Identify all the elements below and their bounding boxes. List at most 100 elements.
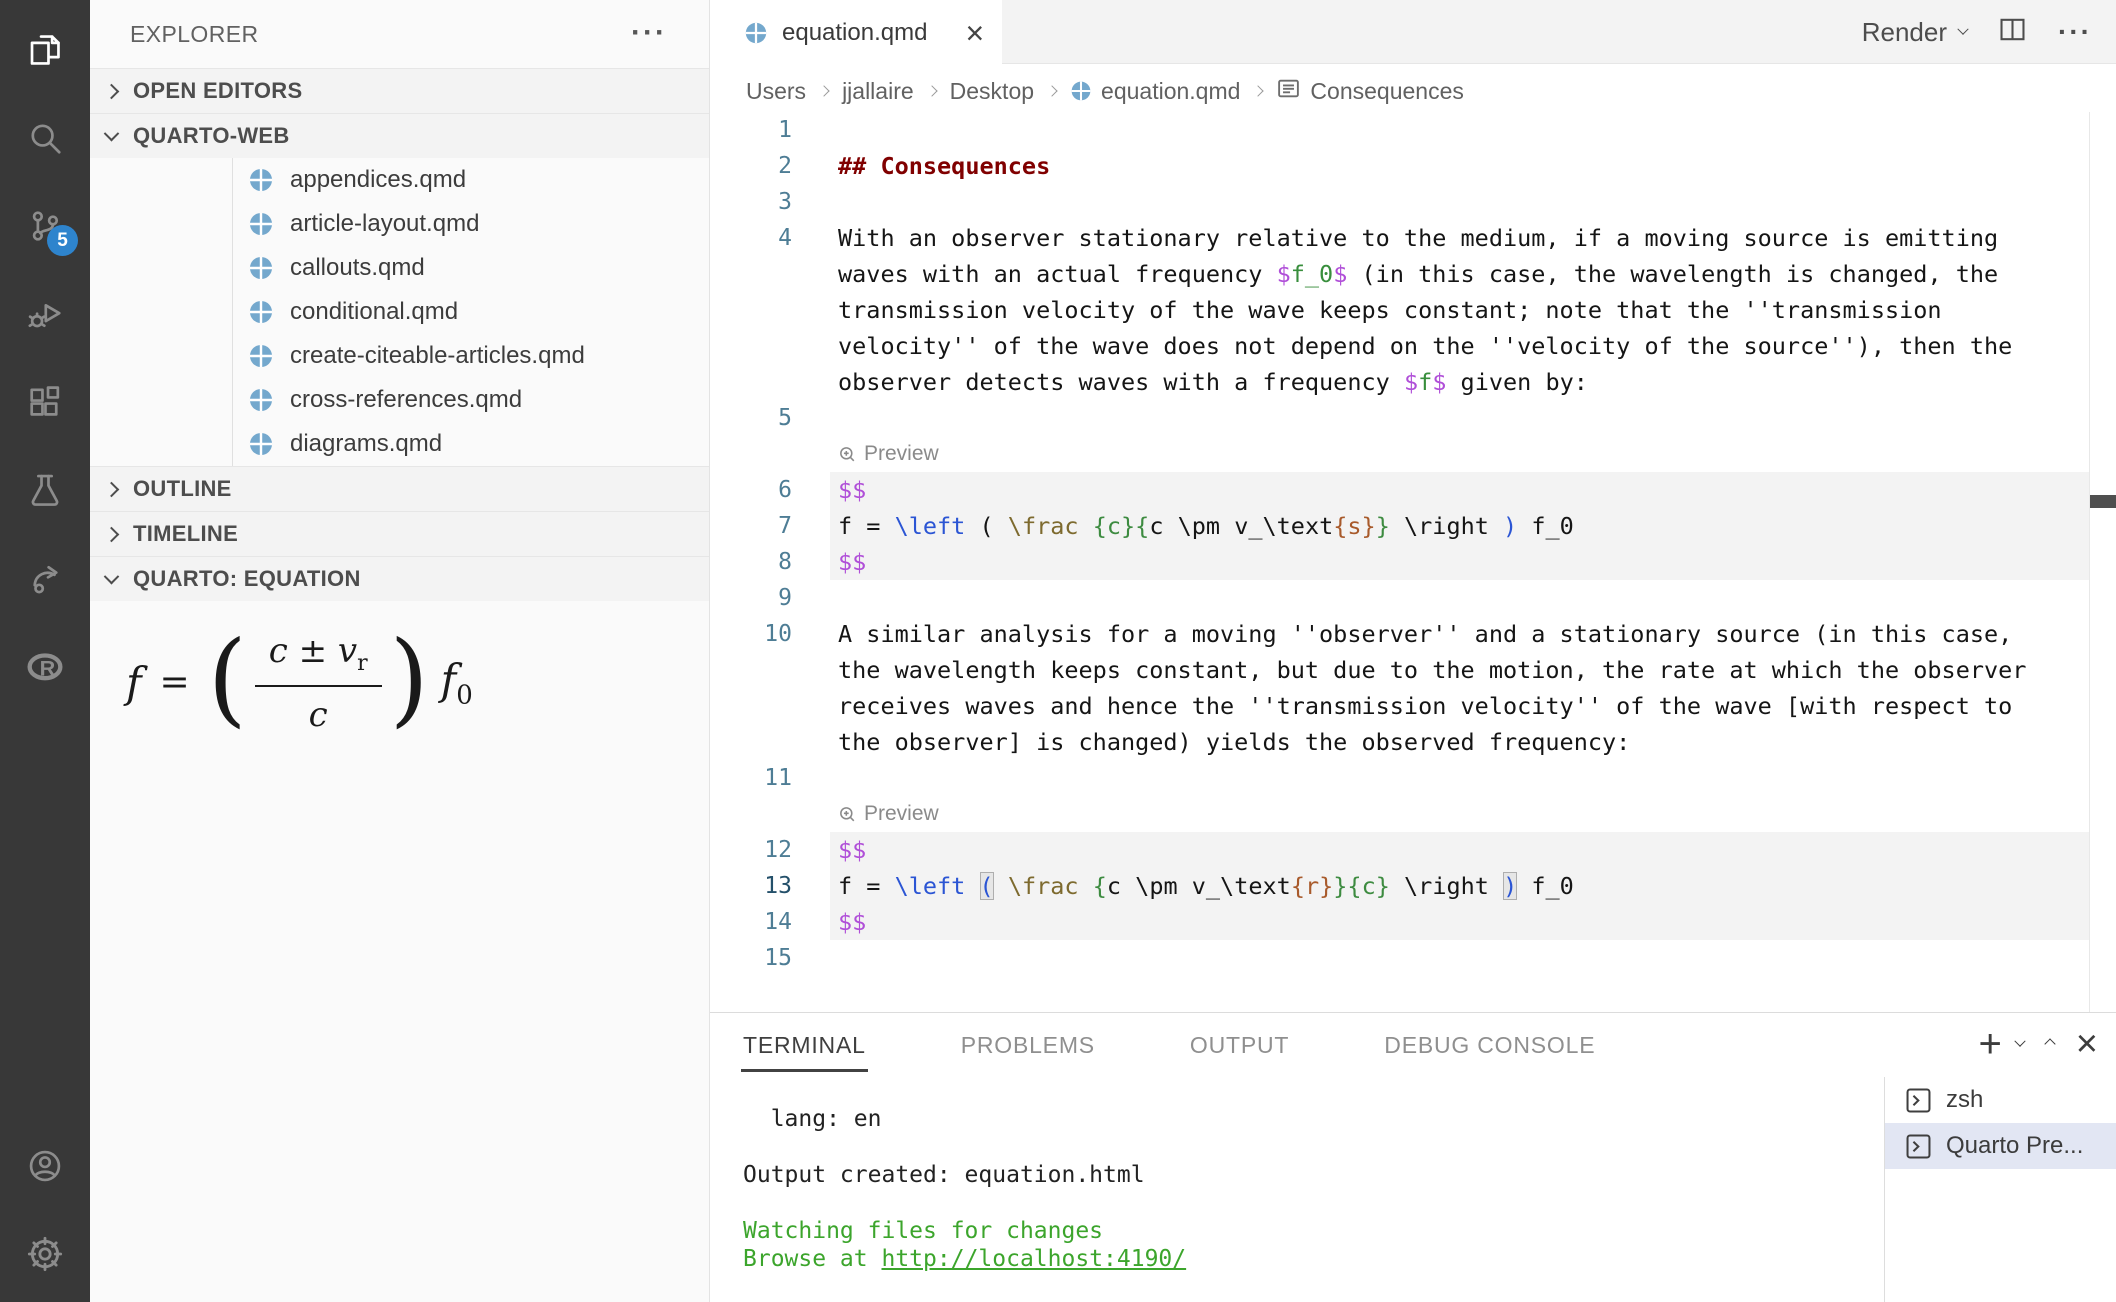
line-content bbox=[830, 400, 2090, 436]
panel-tab-bar: TERMINAL PROBLEMS OUTPUT DEBUG CONSOLE bbox=[743, 1013, 1595, 1077]
panel-tab-debug-console[interactable]: DEBUG CONSOLE bbox=[1384, 1032, 1595, 1059]
breadcrumb-label: Desktop bbox=[950, 78, 1034, 105]
file-item-callouts-qmd[interactable]: callouts.qmd bbox=[90, 246, 709, 290]
breadcrumb-users[interactable]: Users bbox=[746, 78, 806, 105]
line-number: 2 bbox=[710, 148, 830, 184]
file-item-create-citeable-articles-qmd[interactable]: create-citeable-articles.qmd bbox=[90, 334, 709, 378]
breadcrumb-desktop[interactable]: Desktop bbox=[950, 78, 1034, 105]
line-number bbox=[710, 724, 830, 760]
panel-maximize-icon[interactable] bbox=[2044, 1038, 2055, 1049]
line-content: receives waves and hence the ''transmiss… bbox=[830, 688, 2090, 724]
terminal-session-zsh[interactable]: zsh bbox=[1885, 1077, 2116, 1123]
file-item-cross-references-qmd[interactable]: cross-references.qmd bbox=[90, 378, 709, 422]
section-label: OPEN EDITORS bbox=[133, 78, 302, 104]
quarto-file-icon bbox=[744, 21, 768, 45]
chevron-right-icon bbox=[104, 481, 120, 497]
equation-equals: = bbox=[160, 662, 190, 703]
terminal-link[interactable]: http://localhost:4190/ bbox=[881, 1246, 1186, 1272]
terminal-prompt-icon bbox=[1905, 1087, 1932, 1114]
chevron-down-icon bbox=[104, 125, 120, 141]
breadcrumb-jjallaire[interactable]: jjallaire bbox=[842, 78, 914, 105]
breadcrumb-consequences[interactable]: Consequences bbox=[1276, 76, 1463, 107]
preview-codelens[interactable]: Preview bbox=[838, 436, 939, 472]
line-number: 11 bbox=[710, 760, 830, 796]
editor-right-border bbox=[2089, 112, 2090, 1012]
file-item-article-layout-qmd[interactable]: article-layout.qmd bbox=[90, 202, 709, 246]
editor-more-actions-icon[interactable]: ··· bbox=[2058, 16, 2092, 48]
breadcrumb-label: Consequences bbox=[1310, 78, 1463, 105]
gutter bbox=[710, 436, 830, 472]
new-terminal-icon[interactable]: + bbox=[1978, 1024, 2001, 1064]
line-content: A similar analysis for a moving ''observ… bbox=[830, 616, 2090, 652]
breadcrumb-label: equation.qmd bbox=[1101, 78, 1240, 105]
preview-codelens[interactable]: Preview bbox=[838, 796, 939, 832]
r-lang-icon[interactable]: R bbox=[0, 622, 90, 710]
file-item-diagrams-qmd[interactable]: diagrams.qmd bbox=[90, 422, 709, 466]
breadcrumb: Users jjallaire Desktop equation.qmd Consequ… bbox=[710, 64, 2116, 118]
section-label: QUARTO-WEB bbox=[133, 123, 290, 149]
terminal-session-quarto-pre-[interactable]: Quarto Pre... bbox=[1885, 1123, 2116, 1169]
file-label: conditional.qmd bbox=[290, 298, 458, 326]
line-number bbox=[710, 364, 830, 400]
line-number: 12 bbox=[710, 832, 830, 868]
bottom-panel: TERMINALPROBLEMSOUTPUTDEBUG CONSOLE + × … bbox=[710, 1012, 2116, 1302]
breadcrumb-separator-icon bbox=[1046, 85, 1057, 96]
section-quarto-web[interactable]: QUARTO-WEB bbox=[90, 113, 709, 158]
line-content: f = \left ( \frac {c \pm v_\text{r}}{c} … bbox=[830, 868, 2090, 904]
section-outline[interactable]: OUTLINE bbox=[90, 466, 709, 511]
panel-tab-terminal[interactable]: TERMINAL bbox=[743, 1032, 866, 1059]
extensions-icon[interactable] bbox=[0, 358, 90, 446]
panel-close-icon[interactable]: × bbox=[2076, 1025, 2098, 1063]
render-button[interactable]: Render bbox=[1862, 17, 1967, 48]
account-icon[interactable] bbox=[0, 1122, 90, 1210]
editor[interactable]: 12## Consequences34With an observer stat… bbox=[710, 112, 2116, 1012]
search-icon[interactable] bbox=[0, 94, 90, 182]
source-control-icon[interactable]: 5 bbox=[0, 182, 90, 270]
chevron-right-icon bbox=[104, 526, 120, 542]
line-content: velocity'' of the wave does not depend o… bbox=[830, 328, 2090, 364]
line-content bbox=[830, 184, 2090, 220]
file-item-appendices-qmd[interactable]: appendices.qmd bbox=[90, 158, 709, 202]
section-timeline[interactable]: TIMELINE bbox=[90, 511, 709, 556]
sidebar-more-actions-icon[interactable]: ··· bbox=[631, 16, 667, 50]
editor-group: equation.qmd × Render ··· Users jjallaire… bbox=[710, 0, 2116, 1302]
terminal-line bbox=[743, 1133, 1186, 1161]
tab-equation-qmd[interactable]: equation.qmd × bbox=[710, 0, 1002, 65]
panel-tab-output[interactable]: OUTPUT bbox=[1190, 1032, 1289, 1059]
breadcrumb-label: Users bbox=[746, 78, 806, 105]
terminal-line bbox=[743, 1189, 1186, 1217]
equation-preview: f = ( c ± vr c ) f0 bbox=[90, 601, 709, 735]
file-item-conditional-qmd[interactable]: conditional.qmd bbox=[90, 290, 709, 334]
section-open-editors[interactable]: OPEN EDITORS bbox=[90, 68, 709, 113]
equation-coefficient: f0 bbox=[441, 655, 473, 710]
split-editor-icon[interactable] bbox=[1997, 14, 2028, 50]
code-line: 10A similar analysis for a moving ''obse… bbox=[710, 616, 2116, 652]
code-line: velocity'' of the wave does not depend o… bbox=[710, 328, 2116, 364]
close-tab-icon[interactable]: × bbox=[965, 17, 984, 49]
settings-icon[interactable] bbox=[0, 1210, 90, 1298]
breadcrumb-equation-qmd[interactable]: equation.qmd bbox=[1070, 78, 1240, 105]
file-label: cross-references.qmd bbox=[290, 386, 522, 414]
code-line: observer detects waves with a frequency … bbox=[710, 364, 2116, 400]
files-icon[interactable] bbox=[0, 6, 90, 94]
code-line: 12$$ bbox=[710, 832, 2116, 868]
codelens-content: Preview bbox=[830, 436, 2090, 472]
quarto-file-icon bbox=[248, 387, 274, 413]
line-number: 15 bbox=[710, 940, 830, 976]
gutter bbox=[710, 796, 830, 832]
file-list: appendices.qmdarticle-layout.qmdcallouts… bbox=[90, 158, 709, 466]
run-debug-icon[interactable] bbox=[0, 270, 90, 358]
codelens-label: Preview bbox=[864, 436, 939, 472]
chevron-down-icon bbox=[1957, 24, 1968, 35]
testing-icon[interactable] bbox=[0, 446, 90, 534]
terminal-session-list: zshQuarto Pre... bbox=[1884, 1077, 2116, 1302]
vscode-window: 5R EXPLORER ··· OPEN EDITORS QUARTO-WEB … bbox=[0, 0, 2116, 1302]
quarto-preview-icon[interactable] bbox=[0, 534, 90, 622]
quarto-file-icon bbox=[248, 255, 274, 281]
terminal-output[interactable]: lang: en Output created: equation.html W… bbox=[743, 1105, 1186, 1273]
terminal-dropdown-icon[interactable] bbox=[2014, 1036, 2025, 1047]
section-quarto-equation[interactable]: QUARTO: EQUATION bbox=[90, 556, 709, 601]
line-number: 6 bbox=[710, 472, 830, 508]
terminal-line: Output created: equation.html bbox=[743, 1161, 1186, 1189]
panel-tab-problems[interactable]: PROBLEMS bbox=[961, 1032, 1095, 1059]
